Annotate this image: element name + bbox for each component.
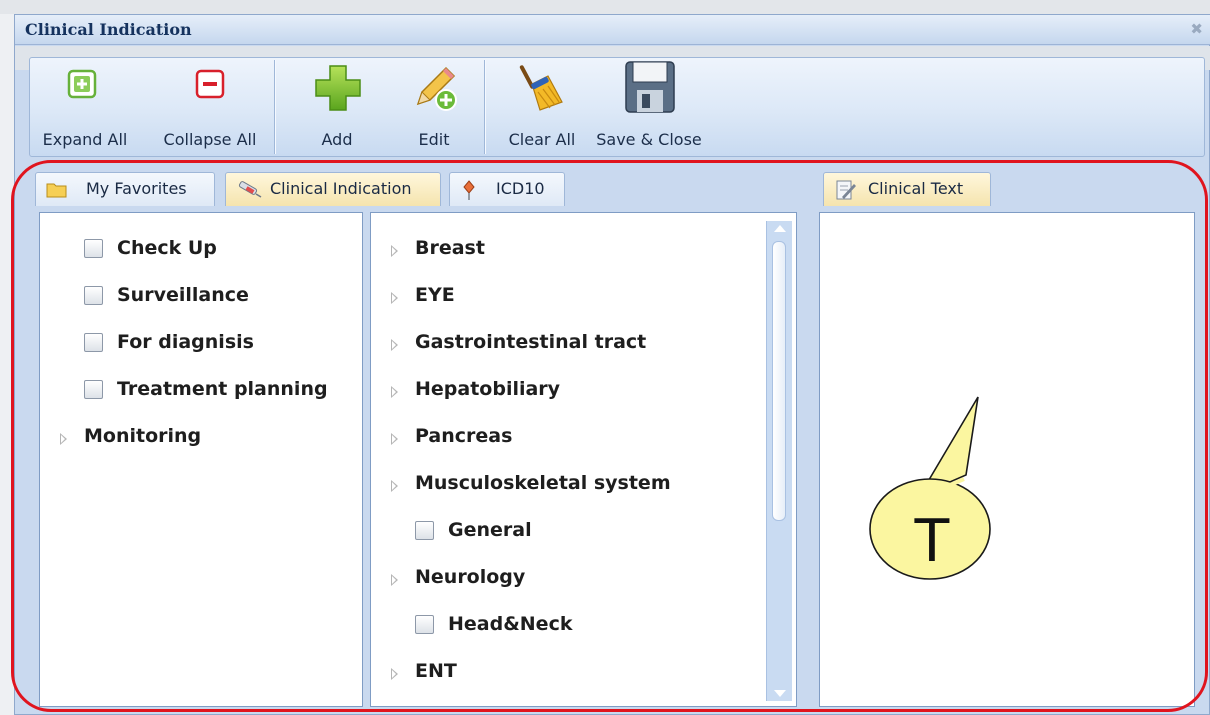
add-button[interactable]: Add	[292, 64, 382, 150]
item-label: Surveillance	[117, 284, 249, 306]
expand-arrow-icon[interactable]	[391, 245, 398, 257]
edit-pencil-icon	[416, 66, 457, 111]
save-close-button[interactable]: Save & Close	[586, 61, 712, 150]
close-icon[interactable]: ✖	[1190, 20, 1203, 38]
item-label: Hepatobiliary	[415, 378, 561, 400]
expand-arrow-icon[interactable]	[391, 574, 398, 586]
clinical-indication-dialog: Clinical Indication ✖ Expand All Collaps…	[14, 14, 1210, 715]
scroll-up-icon[interactable]	[774, 225, 786, 232]
item-checkbox[interactable]	[415, 521, 434, 540]
list-item[interactable]: Head&Neck	[371, 607, 761, 647]
list-item[interactable]: Breast	[371, 231, 761, 271]
expand-arrow-icon[interactable]	[391, 433, 398, 445]
list-item[interactable]: EYE	[371, 278, 761, 318]
item-label: Head&Neck	[448, 613, 573, 635]
tab-my-favorites[interactable]: My Favorites	[35, 172, 215, 206]
expand-all-label: Expand All	[42, 130, 128, 149]
expand-arrow-icon[interactable]	[391, 386, 398, 398]
expand-arrow-icon[interactable]	[391, 339, 398, 351]
scrollbar-thumb[interactable]	[772, 241, 786, 521]
expand-arrow-icon[interactable]	[391, 480, 398, 492]
favorites-pane: Check Up Surveillance For diagnisis Treatme…	[39, 212, 363, 707]
right-tabstrip: Clinical Text	[815, 162, 1199, 208]
dialog-titlebar: Clinical Indication ✖	[15, 15, 1210, 45]
tab-icd10[interactable]: ICD10	[449, 172, 565, 206]
item-label: ENT	[415, 660, 457, 682]
item-label: For diagnisis	[117, 331, 254, 353]
pin-icon	[463, 180, 475, 200]
left-tabstrip: My Favorites Clinical Indication ICD10	[35, 162, 813, 208]
list-item[interactable]: Musculoskeletal system	[371, 466, 761, 506]
edit-button[interactable]: Edit	[386, 64, 482, 150]
item-checkbox[interactable]	[84, 239, 103, 258]
toolbar-divider	[274, 60, 276, 154]
item-label: Musculoskeletal system	[415, 472, 671, 494]
collapse-all-button[interactable]: Collapse All	[154, 64, 266, 150]
item-checkbox[interactable]	[415, 615, 434, 634]
tab-icd10-label: ICD10	[496, 179, 545, 198]
background-app-header	[0, 0, 1210, 14]
expand-arrow-icon[interactable]	[391, 292, 398, 304]
item-label: Breast	[415, 237, 485, 259]
expand-arrow-icon[interactable]	[391, 668, 398, 680]
item-label: Gastrointestinal tract	[415, 331, 647, 353]
expand-all-button[interactable]: Expand All	[32, 64, 138, 150]
toolbar-divider	[484, 60, 486, 154]
list-item[interactable]: Check Up	[40, 231, 360, 271]
folder-star-icon	[46, 183, 67, 198]
dialog-toolbar: Expand All Collapse All Add Edit Clear A…	[29, 57, 1205, 157]
collapse-minus-icon	[195, 69, 225, 99]
add-label: Add	[321, 130, 353, 149]
list-item[interactable]: Surveillance	[40, 278, 360, 318]
add-plus-icon	[315, 65, 361, 111]
list-item[interactable]: Monitoring	[40, 419, 360, 459]
list-item[interactable]: For diagnisis	[40, 325, 360, 365]
document-edit-icon	[836, 180, 856, 200]
clinical-text-area[interactable]: T	[819, 212, 1195, 707]
item-label: Pancreas	[415, 425, 513, 447]
syringe-icon	[238, 181, 262, 198]
item-label: Treatment planning	[117, 378, 328, 400]
callout-letter: T	[913, 506, 951, 575]
list-item[interactable]: ENT	[371, 654, 761, 694]
broom-icon	[519, 65, 563, 111]
expand-arrow-icon[interactable]	[60, 433, 67, 445]
item-label: Monitoring	[84, 425, 202, 447]
item-label: Check Up	[117, 237, 217, 259]
list-item[interactable]: Neurology	[371, 560, 761, 600]
list-item[interactable]: General	[371, 513, 761, 553]
collapse-all-label: Collapse All	[163, 130, 257, 149]
tab-clinical-text-label: Clinical Text	[868, 179, 964, 198]
vertical-scrollbar[interactable]	[766, 221, 792, 701]
tab-clinical-indication[interactable]: Clinical Indication	[225, 172, 441, 206]
item-label: EYE	[415, 284, 455, 306]
list-item[interactable]: Gastrointestinal tract	[371, 325, 761, 365]
clinical-indication-pane: Breast EYE Gastrointestinal tract Hepatobil…	[370, 212, 797, 707]
list-item[interactable]: Pancreas	[371, 419, 761, 459]
save-close-label: Save & Close	[596, 130, 702, 149]
tab-clinical-indication-label: Clinical Indication	[270, 179, 412, 198]
edit-label: Edit	[418, 130, 450, 149]
clear-all-button[interactable]: Clear All	[494, 64, 590, 150]
tab-clinical-text[interactable]: Clinical Text	[823, 172, 991, 206]
list-item[interactable]: Treatment planning	[40, 372, 360, 412]
save-disk-icon	[625, 61, 675, 113]
list-item[interactable]: Hepatobiliary	[371, 372, 761, 412]
tab-my-favorites-label: My Favorites	[86, 179, 187, 198]
item-checkbox[interactable]	[84, 380, 103, 399]
clear-all-label: Clear All	[508, 130, 576, 149]
item-label: Neurology	[415, 566, 526, 588]
scroll-down-icon[interactable]	[774, 690, 786, 697]
expand-plus-icon	[67, 69, 97, 99]
item-checkbox[interactable]	[84, 286, 103, 305]
item-label: General	[448, 519, 532, 541]
dialog-title: Clinical Indication	[25, 20, 192, 39]
item-checkbox[interactable]	[84, 333, 103, 352]
